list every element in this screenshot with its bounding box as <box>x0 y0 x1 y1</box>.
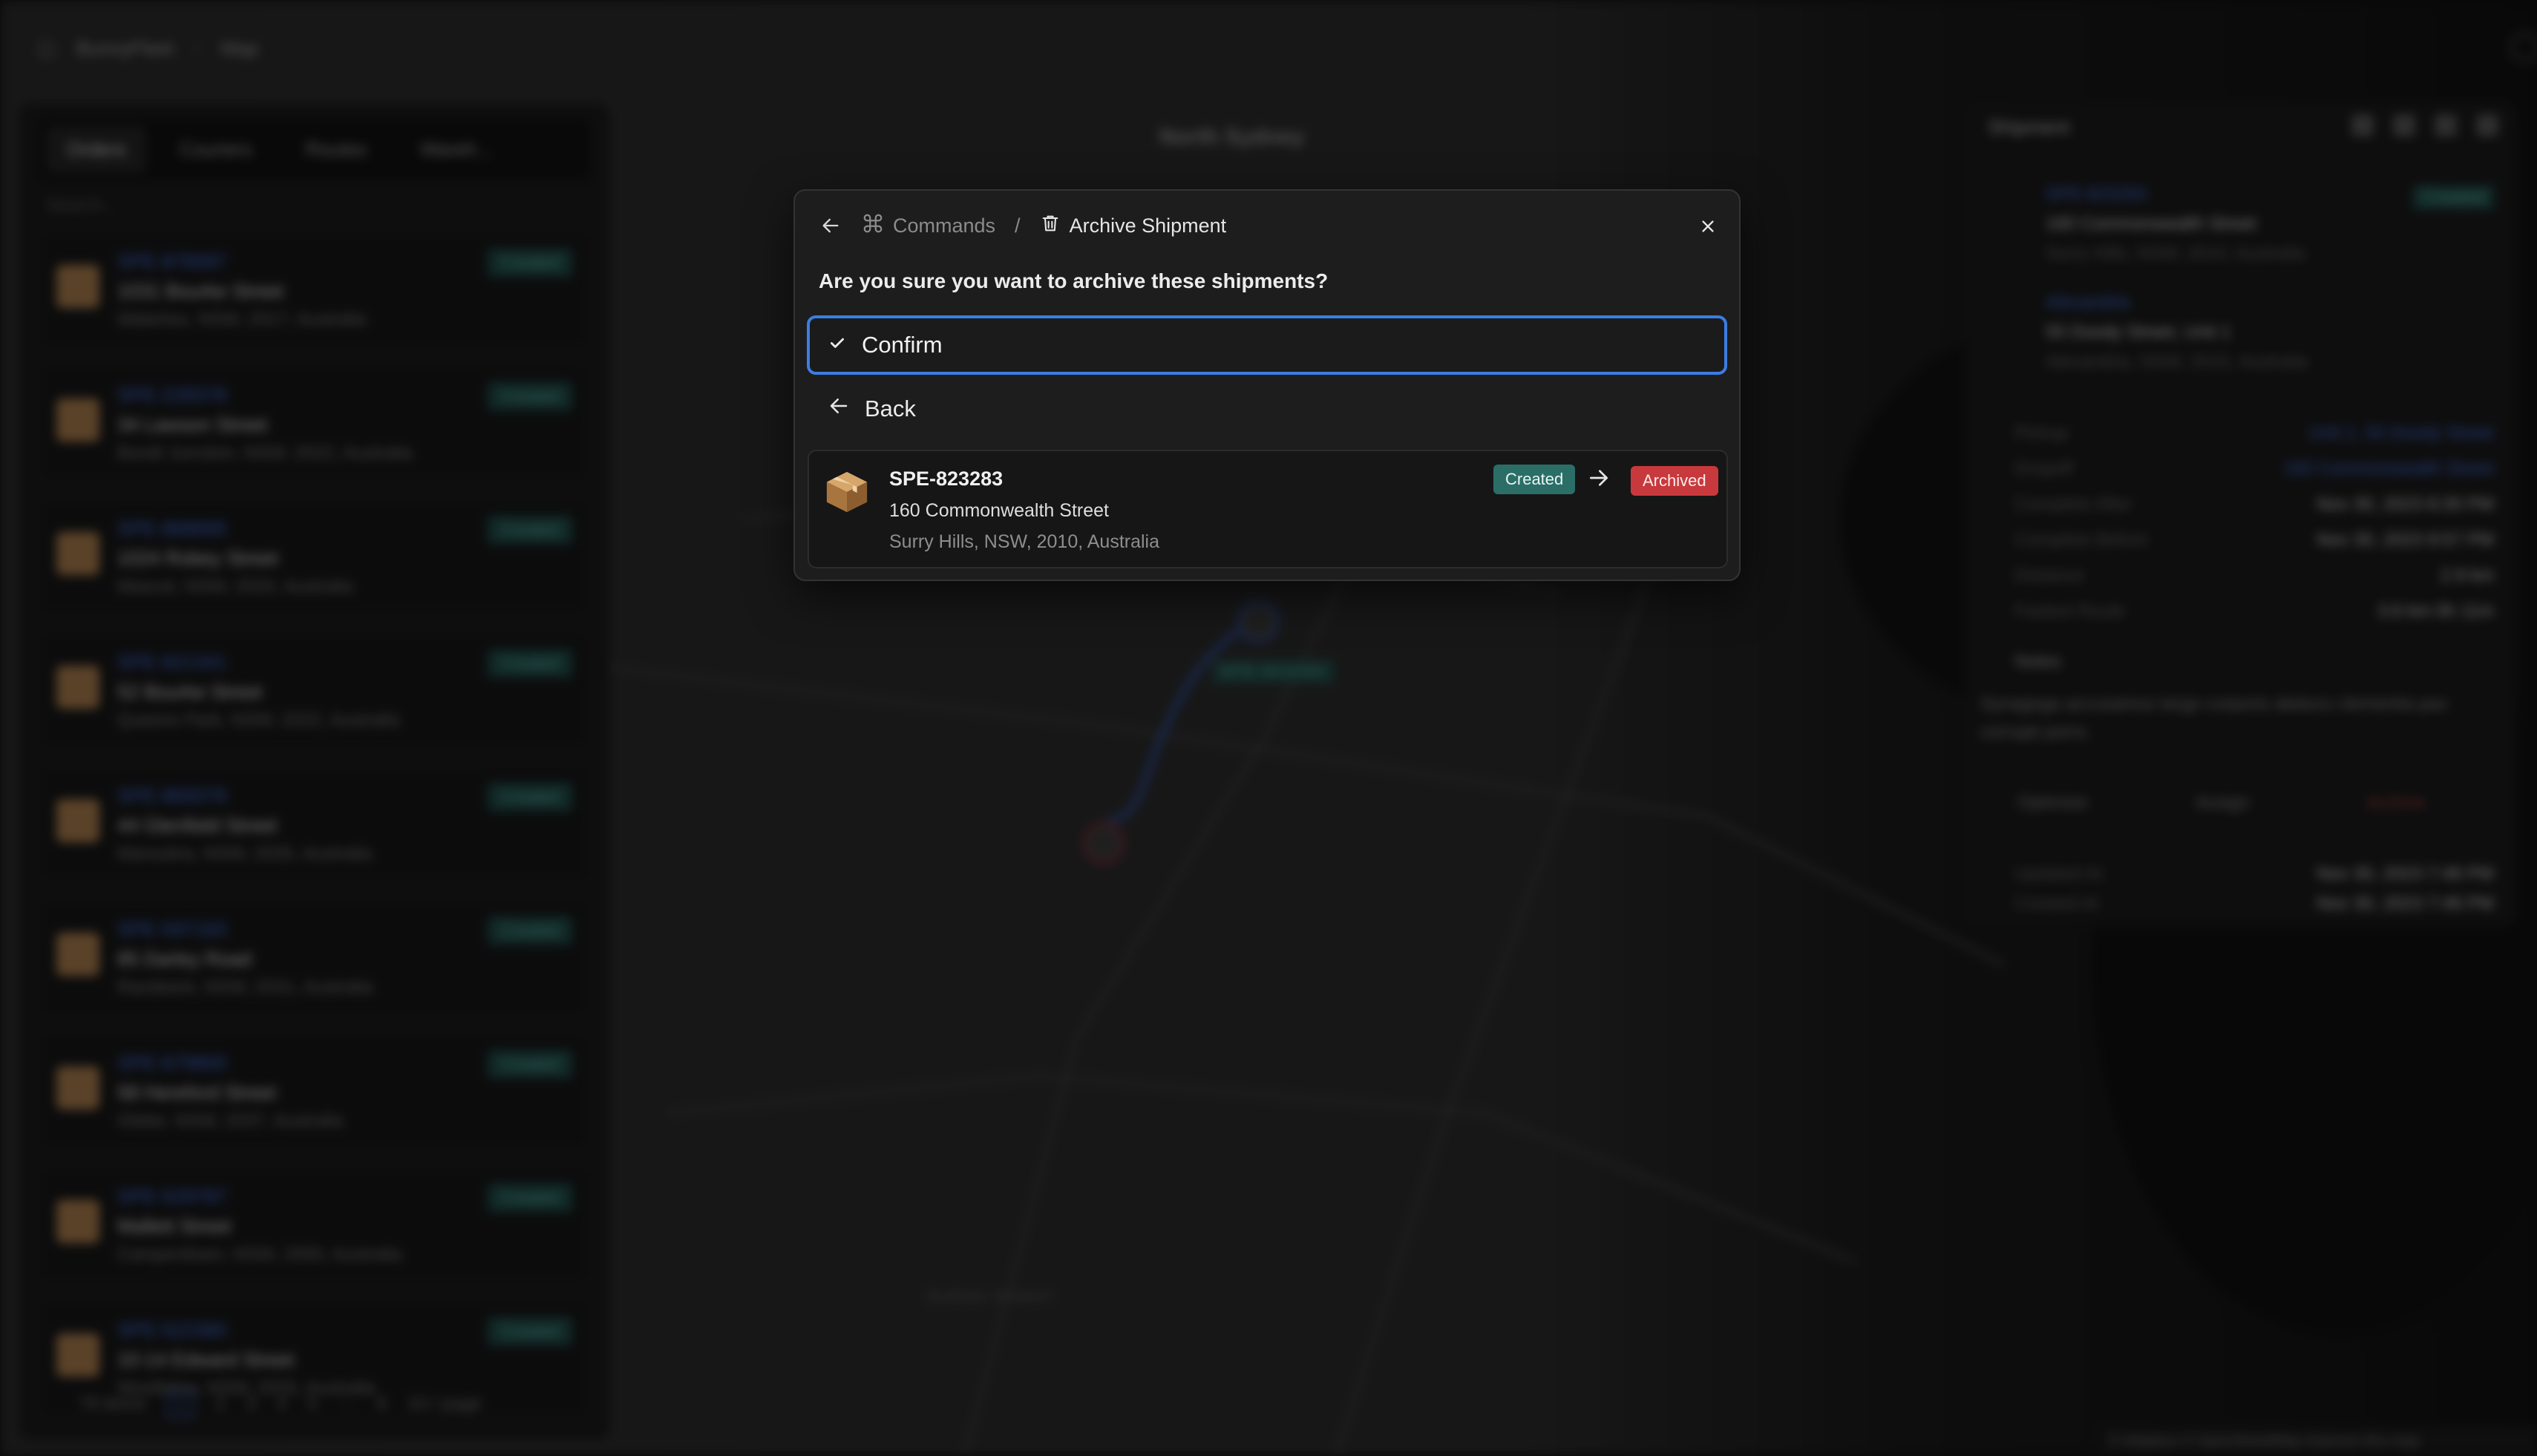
confirm-option[interactable]: Confirm <box>807 315 1727 375</box>
shipment-address: Surry Hills, NSW, 2010, Australia <box>889 531 1160 552</box>
arrow-right-icon <box>1587 466 1612 491</box>
breadcrumb-current: Archive Shipment <box>1040 213 1227 239</box>
check-icon <box>828 332 847 358</box>
trash-icon <box>1040 213 1061 239</box>
status-badge-from: Created <box>1493 465 1576 494</box>
breadcrumb-current-label: Archive Shipment <box>1069 214 1227 237</box>
shipment-card: SPE-823283 160 Commonwealth Street Surry… <box>808 450 1728 568</box>
command-icon <box>862 212 884 240</box>
shipment-street: 160 Commonwealth Street <box>889 500 1109 521</box>
breadcrumb-commands-label: Commands <box>893 214 996 237</box>
back-option[interactable]: Back <box>807 382 1727 436</box>
back-arrow-icon[interactable] <box>817 212 844 239</box>
confirm-label: Confirm <box>862 332 943 358</box>
status-badge-to: Archived <box>1631 466 1718 496</box>
package-icon <box>824 469 870 515</box>
close-icon[interactable] <box>1692 210 1724 243</box>
breadcrumb-separator: / <box>1015 214 1021 237</box>
breadcrumb-commands[interactable]: Commands <box>862 212 995 240</box>
command-dialog: Commands / Archive Shipment Are you sure… <box>793 189 1741 581</box>
dialog-breadcrumb: Commands / Archive Shipment <box>817 207 1226 244</box>
shipment-id: SPE-823283 <box>889 468 1004 490</box>
back-label: Back <box>865 396 916 422</box>
dialog-question: Are you sure you want to archive these s… <box>819 269 1329 292</box>
arrow-left-icon <box>828 395 850 423</box>
